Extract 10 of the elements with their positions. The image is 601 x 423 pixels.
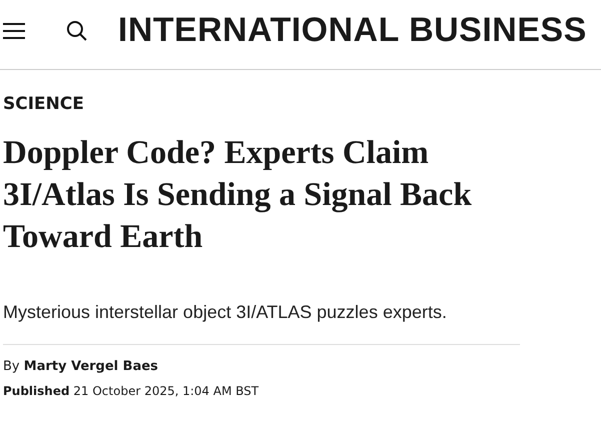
article-summary: Mysterious interstellar object 3I/ATLAS puzzles experts. bbox=[3, 302, 448, 323]
site-logo[interactable]: INTERNATIONAL BUSINESS bbox=[118, 11, 587, 50]
menu-icon[interactable] bbox=[2, 20, 26, 40]
headline: Doppler Code? Experts Claim 3I/Atlas Is Sending a Signal Back Toward Earth bbox=[3, 134, 473, 257]
section-link[interactable]: SCIENCE bbox=[3, 94, 601, 114]
search-icon[interactable] bbox=[66, 20, 88, 42]
byline-prefix: By bbox=[3, 359, 20, 374]
published-label: Published bbox=[3, 384, 70, 398]
author-link[interactable]: Marty Vergel Baes bbox=[24, 359, 158, 374]
published-date: 21 October 2025, 1:04 AM BST bbox=[73, 384, 259, 398]
